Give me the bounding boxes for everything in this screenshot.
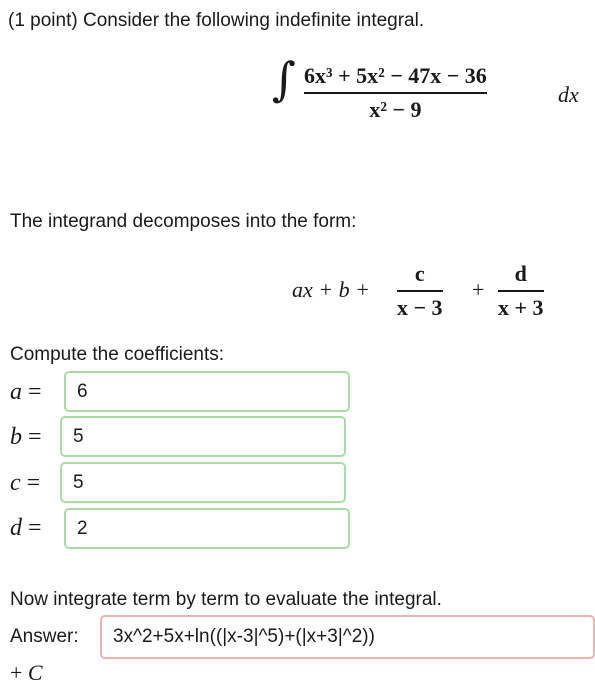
integrand-fraction: 6x³ + 5x² − 47x − 36 x² − 9 xyxy=(304,64,487,122)
compute-label: Compute the coefficients: xyxy=(10,344,225,365)
integrate-instruction: Now integrate term by term to evaluate t… xyxy=(10,589,442,610)
coef-b-var: b xyxy=(10,424,22,450)
integrand-denominator: x² − 9 xyxy=(369,96,422,122)
form-lead: ax + b + xyxy=(292,277,370,302)
form-fraction-d-denominator: x + 3 xyxy=(498,294,544,320)
fraction-bar xyxy=(498,290,544,292)
coef-b-label: b = xyxy=(10,424,42,450)
coef-d-var: d xyxy=(10,515,22,541)
coef-c-input[interactable]: 5 xyxy=(60,462,346,503)
constant-text: + C xyxy=(10,660,43,685)
form-fraction-c-numerator: c xyxy=(414,261,425,286)
coef-c-var: c xyxy=(10,470,21,496)
decomposition-intro: The integrand decomposes into the form: xyxy=(10,211,357,232)
fraction-bar xyxy=(397,290,443,292)
coef-a-var: a xyxy=(10,379,22,405)
fraction-bar xyxy=(304,92,487,94)
form-plus: + xyxy=(472,277,485,302)
form-fraction-c-denominator: x − 3 xyxy=(397,294,443,320)
coef-d-label: d = xyxy=(10,515,42,541)
form-fraction-d: d x + 3 xyxy=(498,262,544,320)
coef-a-label: a = xyxy=(10,379,42,405)
answer-label: Answer: xyxy=(10,626,79,647)
form-fraction-c: c x − 3 xyxy=(397,262,443,320)
form-fraction-d-numerator: d xyxy=(514,261,527,286)
coef-c-label: c = xyxy=(10,470,41,496)
differential: dx xyxy=(558,82,579,107)
coef-d-input[interactable]: 2 xyxy=(64,508,350,549)
constant-of-integration: + C xyxy=(10,660,43,686)
integral-sign: ∫ xyxy=(272,52,296,106)
integrand-numerator: 6x³ + 5x² − 47x − 36 xyxy=(304,63,487,88)
coef-a-input[interactable]: 6 xyxy=(64,371,350,412)
answer-input[interactable]: 3x^2+5x+ln((|x-3|^5)+(|x+3|^2)) xyxy=(100,615,595,659)
coef-b-input[interactable]: 5 xyxy=(60,416,346,457)
problem-intro: (1 point) Consider the following indefin… xyxy=(8,10,425,31)
